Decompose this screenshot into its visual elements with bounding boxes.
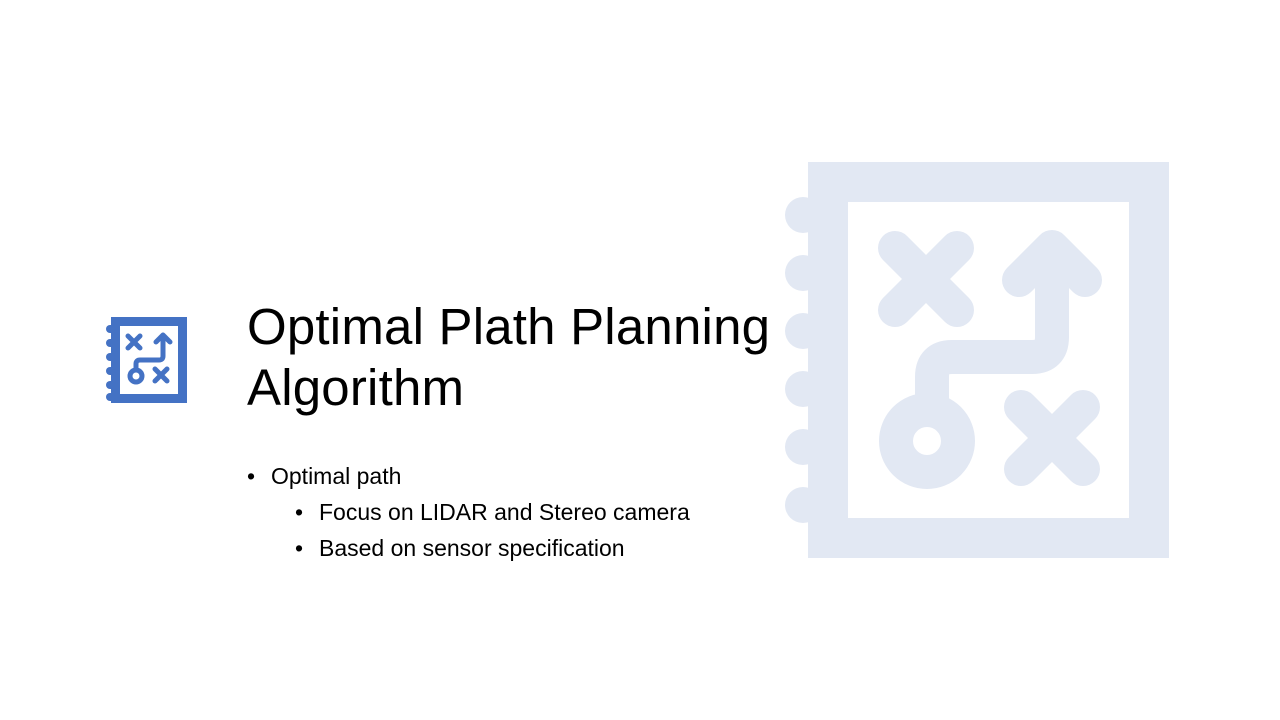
bullet-list: Optimal path Focus on LIDAR and Stereo c… [247,458,767,566]
slide-title: Optimal Plath Planning Algorithm [247,296,807,418]
sub-bullet-item: Focus on LIDAR and Stereo camera [295,494,767,530]
strategy-notebook-watermark-icon [785,162,1169,558]
slide-title-line-1: Optimal Plath Planning [247,298,771,355]
strategy-notebook-icon [106,317,187,403]
bullet-item: Optimal path [247,458,767,494]
slide: Optimal Plath Planning Algorithm Optimal… [0,0,1280,720]
sub-bullet-item: Based on sensor specification [295,530,767,566]
slide-title-line-2: Algorithm [247,359,465,416]
